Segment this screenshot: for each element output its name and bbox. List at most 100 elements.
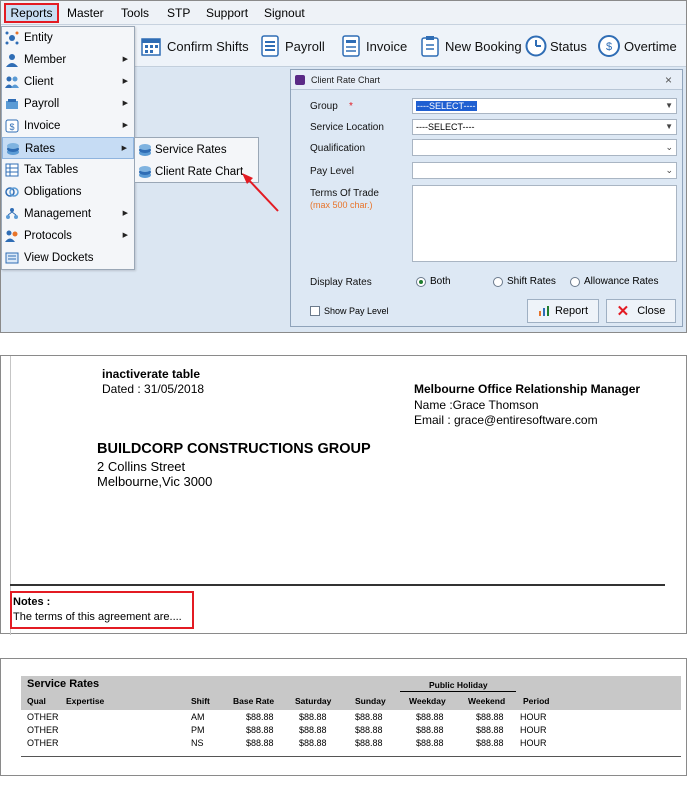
- dropdown-item-rates[interactable]: Rates ▶: [2, 137, 134, 159]
- menu-reports[interactable]: Reports: [4, 3, 59, 23]
- dropdown-item-tax-tables[interactable]: Tax Tables: [2, 159, 134, 181]
- chevron-down-icon: ▼: [665, 122, 673, 131]
- dropdown-label: Entity: [24, 32, 53, 44]
- dialog-close-icon[interactable]: ×: [665, 70, 672, 90]
- dropdown-item-obligations[interactable]: Obligations: [2, 181, 134, 203]
- rates-title: Service Rates: [27, 678, 100, 690]
- manager-name: Name :Grace Thomson: [414, 398, 539, 412]
- dropdown-item-invoice[interactable]: $ Invoice ▶: [2, 115, 134, 137]
- entity-icon: [5, 31, 19, 45]
- invoice-button[interactable]: Invoice: [342, 33, 407, 59]
- table-bottom-rule: [21, 756, 681, 757]
- dropdown-item-payroll[interactable]: Payroll ▶: [2, 93, 134, 115]
- rates-icon: [139, 166, 151, 178]
- client-rate-chart-dialog: Client Rate Chart × Group * ----SELECT--…: [290, 69, 683, 327]
- dropdown-item-client[interactable]: Client ▶: [2, 71, 134, 93]
- dropdown-item-protocols[interactable]: Protocols ▶: [2, 225, 134, 247]
- cell-weekday: $88.88: [416, 712, 444, 722]
- menu-signout[interactable]: Signout: [264, 5, 305, 21]
- annotation-arrow-icon: [242, 173, 279, 212]
- col-expertise: Expertise: [66, 696, 105, 706]
- chevron-down-icon: ⌄: [665, 165, 673, 175]
- company-name: BUILDCORP CONSTRUCTIONS GROUP: [97, 441, 371, 457]
- address-line-2: Melbourne,Vic 3000: [97, 474, 213, 489]
- dropdown-label: Tax Tables: [24, 164, 79, 176]
- protocols-icon: [5, 230, 18, 242]
- rates-icon: [7, 143, 19, 155]
- qualification-label: Qualification: [310, 143, 366, 154]
- service-location-select[interactable]: ----SELECT---- ▼: [412, 119, 677, 135]
- submenu-label: Client Rate Chart: [155, 166, 244, 178]
- terms-of-trade-label: Terms Of Trade: [310, 188, 379, 199]
- pay-level-select[interactable]: ⌄: [412, 162, 677, 179]
- menu-master[interactable]: Master: [67, 5, 104, 21]
- cell-base-rate: $88.88: [246, 712, 274, 722]
- report-dated: Dated : 31/05/2018: [102, 382, 205, 396]
- submenu-label: Service Rates: [155, 144, 227, 156]
- service-location-label: Service Location: [310, 122, 384, 133]
- dropdown-item-management[interactable]: Management ▶: [2, 203, 134, 225]
- radio-both[interactable]: Both: [416, 276, 451, 287]
- report-preview: inactiverate table Dated : 31/05/2018 Me…: [0, 355, 687, 635]
- new-booking-button[interactable]: New Booking: [421, 33, 522, 59]
- cell-period: HOUR: [520, 712, 547, 722]
- rates-table-header: Service Rates Public Holiday Qual Expert…: [21, 676, 681, 710]
- close-button[interactable]: ✕ Close: [606, 299, 676, 323]
- calendar-icon: [141, 38, 161, 56]
- menu-tools[interactable]: Tools: [121, 5, 149, 21]
- dropdown-item-view-dockets[interactable]: View Dockets: [2, 247, 134, 269]
- radio-shift-label: Shift Rates: [507, 276, 556, 287]
- invoice-label: Invoice: [366, 38, 408, 54]
- dropdown-item-entity[interactable]: Entity: [2, 27, 134, 49]
- qualification-select[interactable]: ⌄: [412, 139, 677, 156]
- manager-title: Melbourne Office Relationship Manager: [414, 382, 641, 396]
- dropdown-label: View Dockets: [24, 252, 94, 264]
- group-header-underline: [400, 691, 516, 692]
- cell-qual: OTHER: [27, 712, 59, 722]
- submenu-item-service-rates[interactable]: Service Rates: [135, 139, 258, 161]
- submenu-arrow-icon: ▶: [121, 145, 127, 152]
- payroll-button[interactable]: Payroll: [261, 33, 325, 59]
- notes-label: Notes :: [13, 596, 51, 608]
- dropdown-label: Protocols: [24, 230, 72, 242]
- dropdown-item-member[interactable]: Member ▶: [2, 49, 134, 71]
- close-x-icon: ✕: [616, 303, 630, 320]
- address-line-1: 2 Collins Street: [97, 459, 186, 474]
- report-icon: [538, 306, 549, 316]
- invoice-icon: $: [5, 119, 19, 133]
- payroll-icon: [6, 99, 18, 109]
- dropdown-label: Invoice: [24, 120, 61, 132]
- report-heading: inactiverate table: [102, 367, 201, 381]
- service-location-value: ----SELECT----: [416, 122, 475, 132]
- menu-stp[interactable]: STP: [167, 5, 190, 21]
- cell-weekday: $88.88: [416, 725, 444, 735]
- confirm-shifts-label: Confirm Shifts: [167, 38, 249, 54]
- radio-empty-icon: [493, 276, 503, 287]
- cell-sunday: $88.88: [355, 738, 383, 748]
- clipboard-icon: [421, 36, 439, 57]
- dropdown-label: Obligations: [24, 186, 82, 198]
- radio-selected-icon: [416, 276, 426, 287]
- cell-weekday: $88.88: [416, 738, 444, 748]
- pay-level-label: Pay Level: [310, 166, 354, 177]
- management-icon: [6, 208, 18, 219]
- divider: [10, 584, 665, 586]
- report-button[interactable]: Report: [527, 299, 599, 323]
- show-pay-level-checkbox[interactable]: Show Pay Level: [310, 306, 389, 316]
- overtime-button[interactable]: $ Overtime: [597, 33, 677, 59]
- tax-tables-icon: [5, 163, 19, 177]
- confirm-shifts-button[interactable]: Confirm Shifts: [141, 33, 249, 59]
- dropdown-label: Rates: [25, 143, 56, 155]
- group-select[interactable]: ----SELECT---- ▼: [412, 98, 677, 114]
- cell-base-rate: $88.88: [246, 725, 274, 735]
- status-button[interactable]: Status: [525, 33, 587, 59]
- terms-of-trade-textarea[interactable]: [412, 185, 677, 262]
- radio-empty-icon: [570, 276, 580, 287]
- dropdown-label: Client: [24, 76, 54, 88]
- menu-support[interactable]: Support: [206, 5, 248, 21]
- radio-shift-rates[interactable]: Shift Rates: [493, 276, 556, 287]
- app-logo-icon: [295, 75, 305, 85]
- display-rates-label: Display Rates: [310, 277, 372, 288]
- radio-allowance-rates[interactable]: Allowance Rates: [570, 276, 658, 287]
- chevron-down-icon: ▼: [665, 101, 673, 110]
